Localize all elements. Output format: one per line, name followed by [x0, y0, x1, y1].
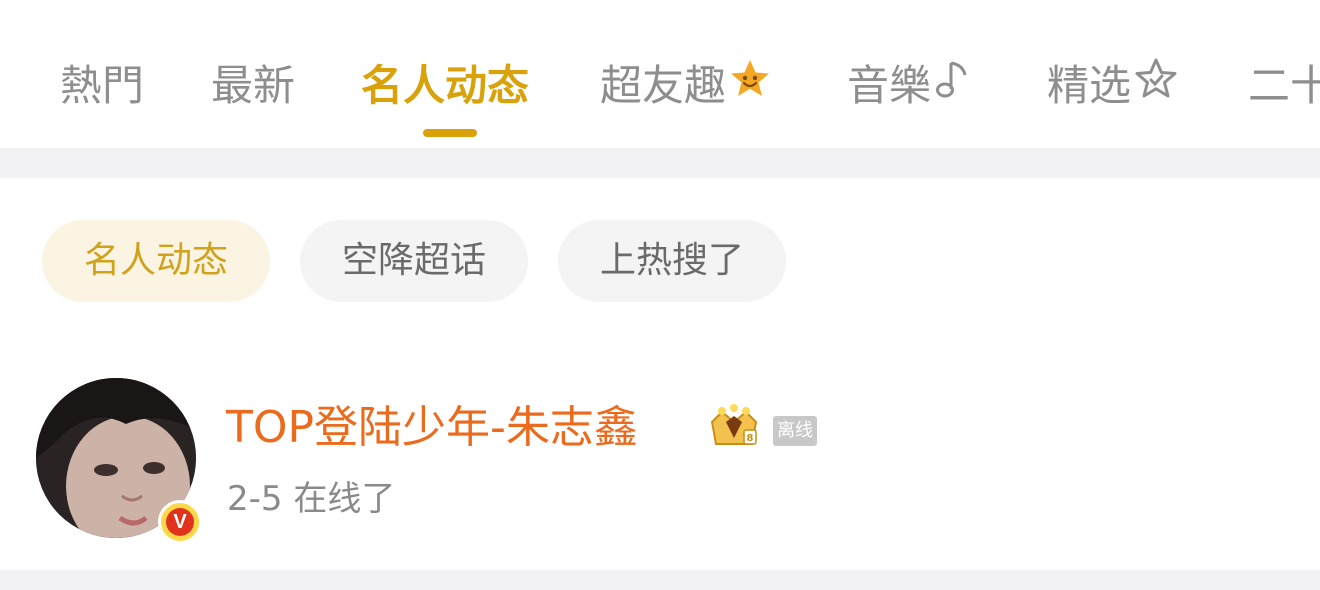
tab-label: 名人动态 — [361, 61, 530, 110]
star-outline-icon — [1133, 57, 1179, 115]
section-divider-bottom — [0, 570, 1320, 590]
top-tab-bar: 熱門 最新 名人动态 超友趣 音樂 精选 二十 — [0, 0, 1320, 148]
svg-text:8: 8 — [747, 433, 754, 444]
crown-member-icon: 8 — [706, 404, 762, 456]
app-screen: 熱門 最新 名人动态 超友趣 音樂 精选 二十 名人动态 空降超话 上热搜了 V… — [0, 0, 1320, 590]
chip-label: 名人动态 — [83, 240, 228, 281]
tab-super-fun[interactable]: 超友趣 — [600, 58, 772, 114]
music-note-icon — [933, 57, 973, 115]
section-divider — [0, 148, 1320, 178]
tab-label: 音樂 — [847, 61, 932, 110]
chip-airdrop-supertopic[interactable]: 空降超话 — [300, 220, 528, 302]
tab-hot[interactable]: 熱門 — [60, 58, 144, 114]
tab-label: 二十 — [1248, 61, 1320, 110]
chip-label: 上热搜了 — [599, 240, 744, 281]
tab-label: 超友趣 — [600, 61, 727, 110]
verified-badge: V — [158, 500, 202, 544]
tab-label: 精选 — [1047, 61, 1132, 110]
verified-v-icon: V — [166, 508, 194, 536]
post-time-status: 2-5 在线了 — [227, 479, 396, 519]
tab-music[interactable]: 音樂 — [847, 58, 973, 114]
chip-trending[interactable]: 上热搜了 — [558, 220, 786, 302]
tab-label: 熱門 — [60, 61, 145, 110]
tab-celebrity-updates[interactable]: 名人动态 — [361, 58, 529, 114]
tab-featured[interactable]: 精选 — [1047, 58, 1179, 114]
tab-latest[interactable]: 最新 — [211, 58, 295, 114]
chip-label: 空降超话 — [341, 240, 486, 281]
active-tab-indicator — [423, 129, 477, 137]
tab-twenty[interactable]: 二十 — [1248, 58, 1320, 114]
star-face-icon — [728, 58, 772, 114]
status-badge: 离线 — [773, 416, 817, 446]
post-author-name[interactable]: TOP登陆少年-朱志鑫 — [226, 398, 638, 458]
tab-label: 最新 — [211, 61, 296, 110]
chip-celebrity-updates[interactable]: 名人动态 — [42, 220, 270, 302]
